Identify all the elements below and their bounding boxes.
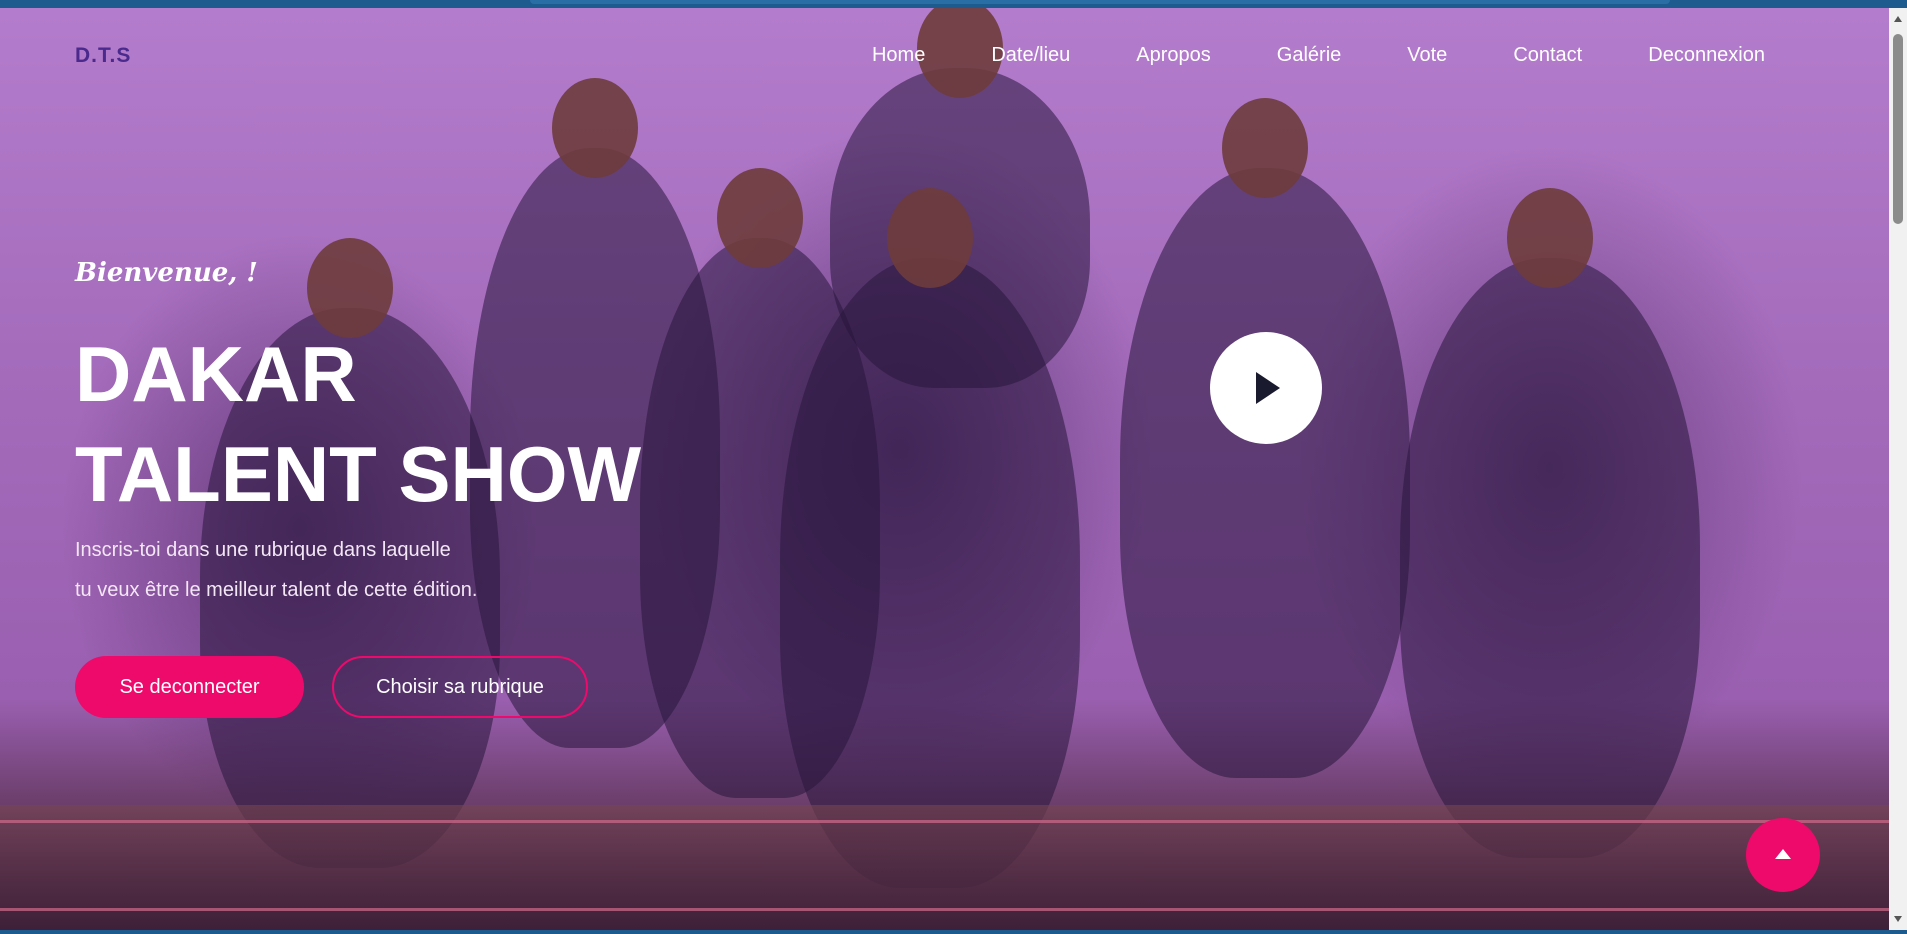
stage-line [0, 908, 1889, 911]
nav-item-vote[interactable]: Vote [1407, 44, 1447, 67]
top-navigation: D.T.S Home Date/lieu Apropos Galérie Vot… [0, 30, 1889, 70]
window-top-edge [0, 0, 1907, 8]
welcome-text: Bienvenue, ! [75, 258, 258, 288]
scroll-down-arrow-icon[interactable] [1894, 916, 1902, 922]
scrollbar-thumb[interactable] [1893, 34, 1903, 224]
nav-item-galerie[interactable]: Galérie [1277, 44, 1341, 67]
hero-subtitle-line-2: tu veux être le meilleur talent de cette… [75, 579, 478, 601]
nav-item-date-lieu[interactable]: Date/lieu [991, 44, 1070, 67]
nav-item-apropos[interactable]: Apropos [1136, 44, 1211, 67]
stage-floor [0, 805, 1889, 930]
nav-menu: Home Date/lieu Apropos Galérie Vote Cont… [806, 44, 1765, 67]
background-dancer-figure [1120, 98, 1410, 778]
arrow-up-icon [1775, 849, 1791, 859]
logout-button[interactable]: Se deconnecter [75, 656, 304, 718]
hero-subtitle: Inscris-toi dans une rubrique dans laque… [75, 530, 477, 610]
hero-section: D.T.S Home Date/lieu Apropos Galérie Vot… [0, 8, 1889, 930]
vertical-scrollbar[interactable] [1889, 8, 1907, 930]
nav-item-home[interactable]: Home [872, 44, 925, 67]
background-dancer-figure [780, 188, 1080, 888]
choose-category-button[interactable]: Choisir sa rubrique [332, 656, 588, 718]
hero-title: DAKAR TALENT SHOW [75, 324, 641, 524]
play-icon [1256, 372, 1280, 404]
hero-subtitle-line-1: Inscris-toi dans une rubrique dans laque… [75, 539, 451, 561]
play-video-button[interactable] [1210, 332, 1322, 444]
hero-title-line-1: DAKAR [75, 330, 357, 418]
hero-title-line-2: TALENT SHOW [75, 430, 642, 518]
stage-line [0, 820, 1889, 823]
nav-item-contact[interactable]: Contact [1513, 44, 1582, 67]
scroll-to-top-button[interactable] [1746, 818, 1820, 892]
site-logo[interactable]: D.T.S [75, 44, 131, 68]
scroll-up-arrow-icon[interactable] [1894, 16, 1902, 22]
nav-item-deconnexion[interactable]: Deconnexion [1648, 44, 1765, 67]
address-bar-edge [530, 0, 1670, 4]
background-dancer-figure [1400, 188, 1700, 858]
window-bottom-edge [0, 930, 1907, 934]
